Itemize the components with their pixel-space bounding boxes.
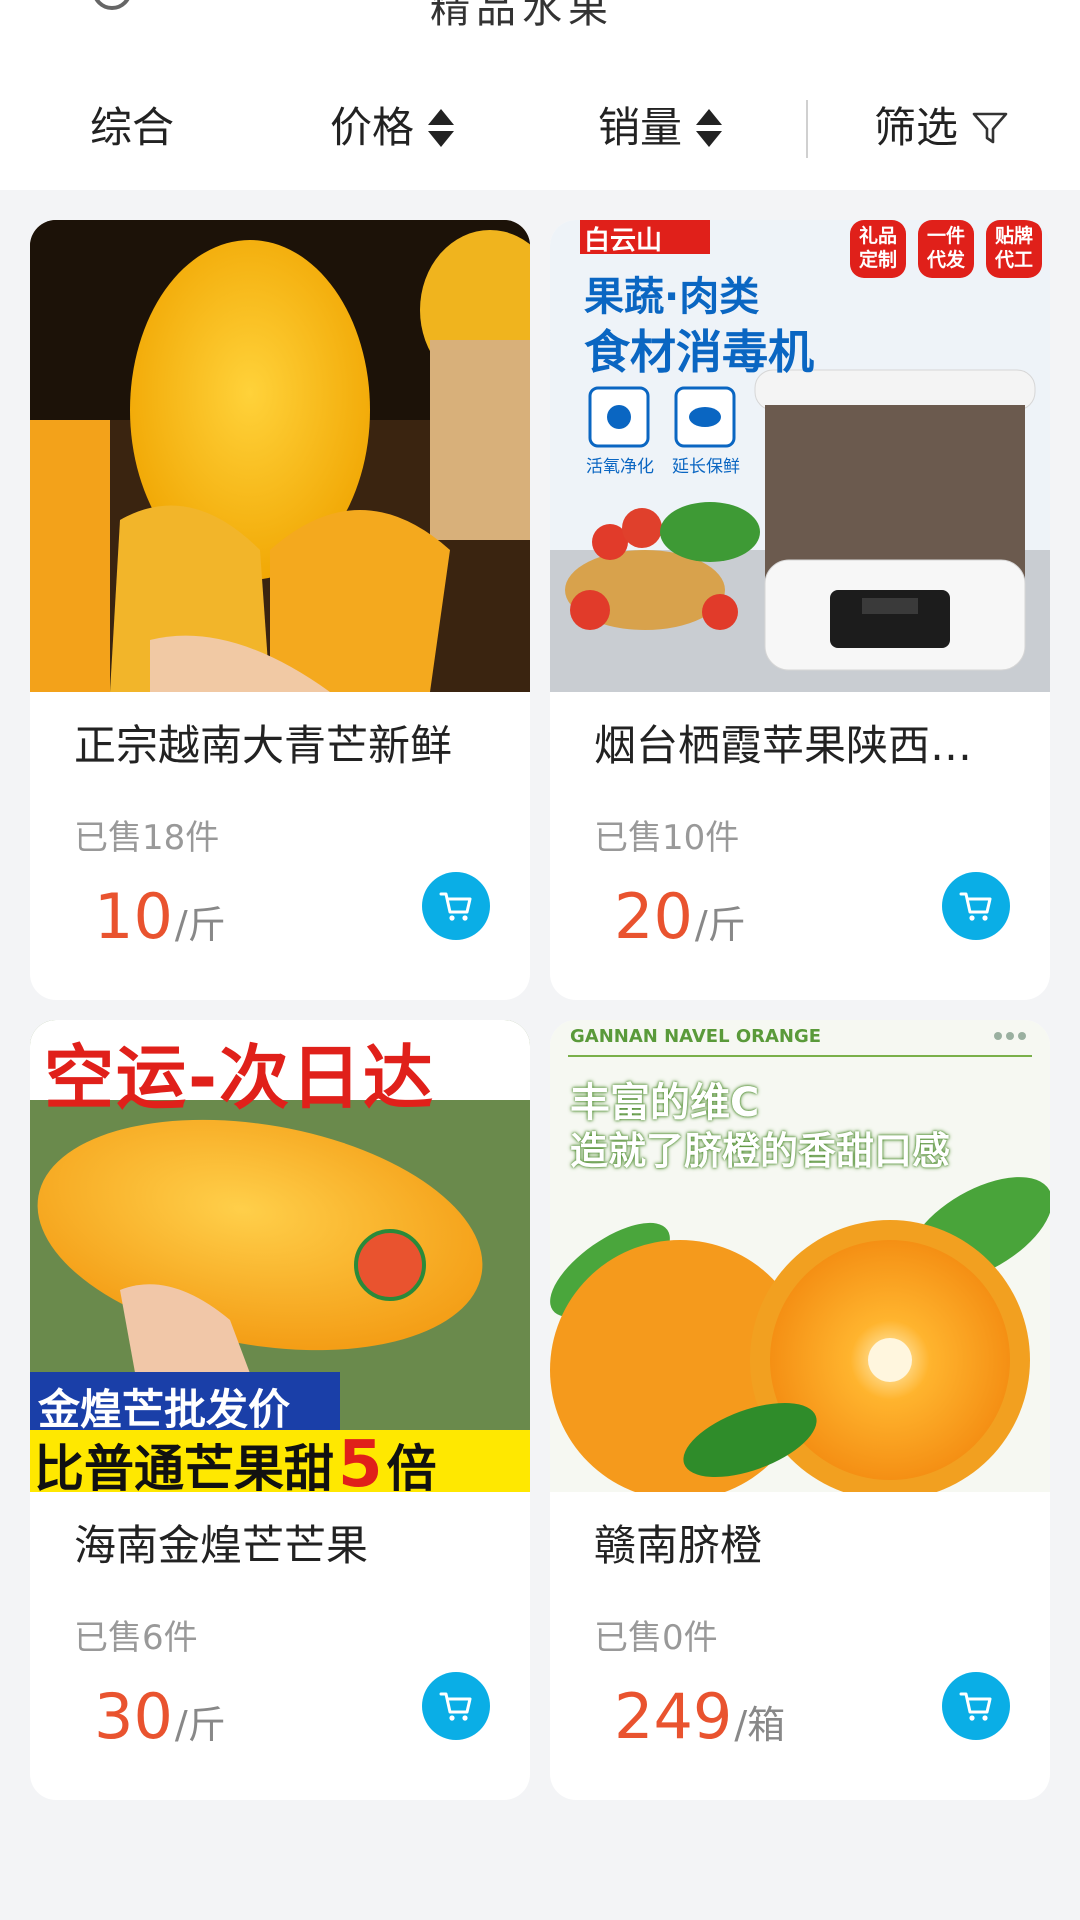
image-headline: 空运-次日达 <box>44 1037 436 1119</box>
image-badge-1: 礼品定制 <box>858 225 897 271</box>
image-banner-suffix: 倍 <box>386 1440 437 1492</box>
add-to-cart-button[interactable] <box>942 1672 1010 1740</box>
product-name: 正宗越南大青芒新鲜 <box>74 721 453 770</box>
price: 20 /斤 <box>614 880 746 953</box>
filter-label: 筛选 <box>874 103 959 152</box>
title-bar: 精品水果 <box>0 0 1080 66</box>
image-feature-1: 活氧净化 <box>586 457 654 477</box>
price: 30 /斤 <box>94 1680 226 1753</box>
sold-count: 已售10件 <box>594 818 740 858</box>
page-title: 精品水果 <box>430 0 614 32</box>
sold-count: 已售6件 <box>74 1618 198 1658</box>
product-image[interactable] <box>30 220 530 692</box>
sold-count: 已售0件 <box>594 1618 718 1658</box>
sort-sales-label: 销量 <box>598 103 683 152</box>
sort-arrows-icon <box>696 109 723 147</box>
product-name: 烟台栖霞苹果陕西… <box>594 721 973 770</box>
image-feature-2: 延长保鲜 <box>672 457 740 477</box>
product-image[interactable]: GANNAN NAVEL ORANGE 丰富的维C 造就了脐橙的香甜口感 <box>550 1020 1050 1492</box>
cart-icon <box>959 892 992 921</box>
sold-count: 已售18件 <box>74 818 220 858</box>
add-to-cart-button[interactable] <box>422 1672 490 1740</box>
sort-comprehensive[interactable]: 综合 <box>90 100 174 156</box>
cart-icon <box>439 892 472 921</box>
image-banner-2: 比普通芒果甜 <box>34 1440 334 1492</box>
sort-price[interactable]: 价格 <box>330 100 455 156</box>
price-value: 10 <box>94 880 173 953</box>
image-english-caption: GANNAN NAVEL ORANGE <box>570 1026 822 1047</box>
image-banner-number: 5 <box>338 1428 383 1492</box>
image-headline-2: 造就了脐橙的香甜口感 <box>570 1129 951 1173</box>
product-name: 海南金煌芒芒果 <box>74 1521 369 1570</box>
product-card[interactable]: 空运-次日达 金煌芒批发价 比普通芒果甜 5 倍 海南金煌芒芒果 已售6件 30… <box>30 1020 530 1800</box>
product-image[interactable]: 白云山 果蔬·肉类 食材消毒机 活氧净化 延长保鲜 礼品定制 一件代发 贴牌代工 <box>550 220 1050 692</box>
sort-filter-bar: 综合 价格 销量 筛选 <box>0 66 1080 190</box>
product-card[interactable]: 白云山 果蔬·肉类 食材消毒机 活氧净化 延长保鲜 礼品定制 一件代发 贴牌代工… <box>550 220 1050 1000</box>
product-card[interactable]: GANNAN NAVEL ORANGE 丰富的维C 造就了脐橙的香甜口感 赣南脐… <box>550 1020 1050 1800</box>
image-headline-1: 果蔬·肉类 <box>584 274 760 320</box>
price: 249 /箱 <box>614 1680 785 1753</box>
price-unit: /斤 <box>694 903 746 947</box>
price-unit: /斤 <box>174 903 226 947</box>
image-headline-2: 食材消毒机 <box>584 325 814 379</box>
add-to-cart-button[interactable] <box>942 872 1010 940</box>
sort-comprehensive-label: 综合 <box>90 103 175 152</box>
divider <box>806 100 808 158</box>
sort-arrows-icon <box>428 109 455 147</box>
sort-sales[interactable]: 销量 <box>598 100 723 156</box>
filter-funnel-icon <box>972 112 1008 144</box>
add-to-cart-button[interactable] <box>422 872 490 940</box>
price-value: 20 <box>614 880 693 953</box>
image-brand: 白云山 <box>584 226 663 256</box>
back-icon[interactable] <box>92 0 132 10</box>
product-name: 赣南脐橙 <box>594 1521 763 1570</box>
cart-icon <box>439 1692 472 1721</box>
filter-button[interactable]: 筛选 <box>874 100 1010 156</box>
price: 10 /斤 <box>94 880 226 953</box>
product-image[interactable]: 空运-次日达 金煌芒批发价 比普通芒果甜 5 倍 <box>30 1020 530 1492</box>
price-unit: /箱 <box>734 1703 786 1747</box>
price-value: 249 <box>614 1680 733 1753</box>
product-card[interactable]: 正宗越南大青芒新鲜 已售18件 10 /斤 <box>30 220 530 1000</box>
image-badge-3: 贴牌代工 <box>994 225 1033 271</box>
image-banner-2-row: 比普通芒果甜 5 倍 <box>34 1428 437 1492</box>
cart-icon <box>959 1692 992 1721</box>
sort-price-label: 价格 <box>330 103 415 152</box>
price-unit: /斤 <box>174 1703 226 1747</box>
image-badge-2: 一件代发 <box>926 225 965 271</box>
price-value: 30 <box>94 1680 173 1753</box>
